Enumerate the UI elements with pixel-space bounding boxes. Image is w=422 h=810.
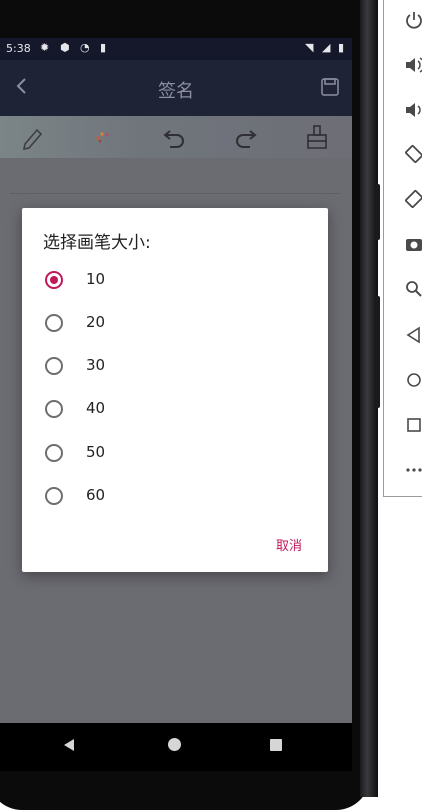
- brush-size-dialog: 选择画笔大小: 10 20 30 40 50 60 取消: [22, 208, 328, 572]
- home-icon[interactable]: [404, 370, 422, 390]
- radio-unchecked-icon[interactable]: [45, 444, 63, 462]
- rotate-right-icon[interactable]: [404, 189, 422, 209]
- color-palette-icon[interactable]: [90, 124, 116, 150]
- camera-icon[interactable]: [404, 234, 422, 254]
- option-label: 40: [86, 399, 106, 417]
- signature-baseline: [10, 193, 340, 194]
- rotate-left-icon[interactable]: [404, 144, 422, 164]
- zoom-icon[interactable]: [404, 279, 422, 299]
- option-label: 30: [86, 356, 106, 374]
- app-bar: 签名: [0, 60, 352, 116]
- option-40[interactable]: 40: [22, 390, 328, 430]
- nav-back-icon[interactable]: [64, 739, 74, 751]
- option-10[interactable]: 10: [22, 261, 328, 301]
- power-icon[interactable]: [404, 10, 422, 30]
- back-icon[interactable]: [404, 325, 422, 345]
- page-title: 签名: [158, 81, 194, 102]
- dialog-title: 选择画笔大小:: [43, 233, 151, 253]
- nav-recents-icon[interactable]: [270, 739, 282, 751]
- status-time: 5:38: [6, 42, 31, 55]
- tool-row: [0, 116, 352, 158]
- volume-down-icon[interactable]: [404, 100, 422, 120]
- navigation-bar: [0, 723, 352, 771]
- undo-icon[interactable]: [162, 124, 188, 150]
- shield-icon: ⬢: [60, 41, 70, 54]
- cell-signal-icon: ◢: [322, 41, 331, 54]
- battery-icon: ▮: [338, 41, 345, 54]
- volume-up-icon[interactable]: [404, 55, 422, 75]
- power-button: [374, 296, 380, 408]
- option-label: 50: [86, 443, 106, 461]
- eraser-icon[interactable]: [304, 124, 330, 150]
- option-60[interactable]: 60: [22, 477, 328, 517]
- radio-unchecked-icon[interactable]: [45, 314, 63, 332]
- radio-unchecked-icon[interactable]: [45, 400, 63, 418]
- option-30[interactable]: 30: [22, 347, 328, 387]
- radio-checked-icon[interactable]: [45, 271, 63, 289]
- cancel-button[interactable]: 取消: [276, 535, 302, 554]
- option-20[interactable]: 20: [22, 304, 328, 344]
- redo-icon[interactable]: [232, 124, 258, 150]
- radio-unchecked-icon[interactable]: [45, 487, 63, 505]
- volume-button: [374, 184, 380, 240]
- option-label: 20: [86, 313, 106, 331]
- option-label: 10: [86, 270, 106, 288]
- settings-icon: ✹: [40, 41, 50, 54]
- sd-card-icon: ▮: [100, 41, 107, 54]
- option-50[interactable]: 50: [22, 434, 328, 474]
- more-icon[interactable]: [404, 458, 422, 478]
- save-icon[interactable]: [320, 77, 340, 97]
- option-label: 60: [86, 486, 106, 504]
- wifi-signal-icon: ◥: [305, 41, 314, 54]
- overview-icon[interactable]: [404, 415, 422, 435]
- nav-home-icon[interactable]: [168, 738, 181, 751]
- radio-unchecked-icon[interactable]: [45, 357, 63, 375]
- wifi-icon: ◔: [80, 41, 90, 54]
- status-bar: 5:38 ✹ ⬢ ◔ ▮ ◥ ◢ ▮: [0, 38, 352, 60]
- emulator-side-panel: [383, 0, 422, 497]
- pencil-icon[interactable]: [20, 124, 46, 150]
